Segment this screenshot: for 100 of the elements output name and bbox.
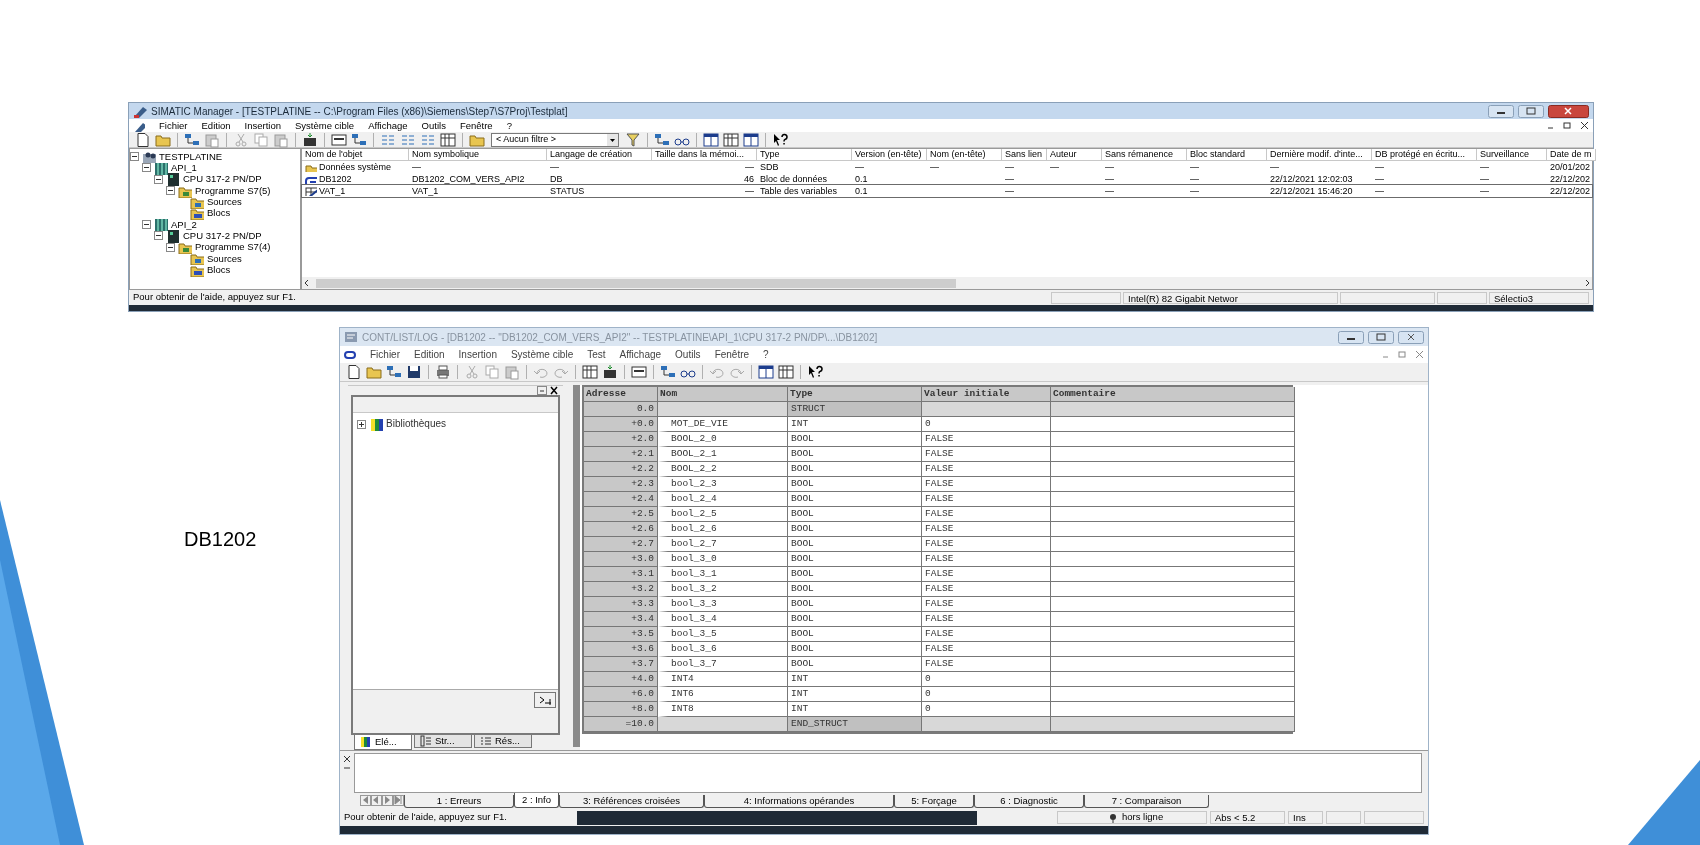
tree-item[interactable]: Programme S7(5) xyxy=(195,185,271,196)
network-icon[interactable] xyxy=(351,131,367,148)
horizontal-scrollbar[interactable] xyxy=(302,277,1592,289)
table-cell[interactable]: INT4 xyxy=(658,672,788,687)
menu-item[interactable]: ? xyxy=(763,349,769,360)
column-header[interactable]: Langage de création xyxy=(547,149,652,161)
list-row[interactable]: VAT_1 VAT_1 STATUS — Table des variables 0.1 — — — 22/12/2021 15:46:20 — — 22/12/202 xyxy=(302,185,1592,197)
table-cell[interactable]: FALSE xyxy=(922,597,1051,612)
column-header[interactable]: Dernière modif. d'inte... xyxy=(1267,149,1372,161)
menu-item[interactable]: Affichage xyxy=(368,120,408,131)
display-icon[interactable] xyxy=(631,364,647,380)
table-cell[interactable]: FALSE xyxy=(922,657,1051,672)
table-cell[interactable] xyxy=(1051,717,1295,732)
table-cell[interactable]: BOOL_2_0 xyxy=(658,432,788,447)
table-cell[interactable]: BOOL xyxy=(788,537,922,552)
table-cell[interactable]: FALSE xyxy=(922,627,1051,642)
table-cell[interactable]: 0 xyxy=(922,417,1051,432)
menu-item[interactable]: Insertion xyxy=(244,120,281,131)
table-cell[interactable]: BOOL xyxy=(788,627,922,642)
table-cell[interactable]: INT xyxy=(788,702,922,717)
tree-item[interactable]: CPU 317-2 PN/DP xyxy=(183,230,262,241)
table-cell[interactable]: bool_2_5 xyxy=(658,507,788,522)
table-cell[interactable]: BOOL xyxy=(788,522,922,537)
table-cell[interactable] xyxy=(1051,492,1295,507)
output-tab[interactable]: 4: Informations opérandes xyxy=(704,795,894,808)
table-cell[interactable]: FALSE xyxy=(922,537,1051,552)
column-header[interactable]: Nom (en-tête) xyxy=(927,149,1002,161)
menu-item[interactable]: Test xyxy=(587,349,606,360)
column-header[interactable]: Valeur initiale xyxy=(922,387,1051,402)
table-cell[interactable] xyxy=(1051,687,1295,702)
column-header[interactable]: Nom symbolique xyxy=(409,149,547,161)
table-cell[interactable]: FALSE xyxy=(922,522,1051,537)
collapse-icon[interactable] xyxy=(154,231,163,241)
table-cell[interactable]: STRUCT xyxy=(788,402,922,417)
details-icon[interactable] xyxy=(440,131,456,148)
column-header[interactable]: Taille dans la mémoi... xyxy=(652,149,757,161)
table-cell[interactable] xyxy=(1051,642,1295,657)
restore-icon[interactable] xyxy=(1398,350,1407,359)
minimize-button[interactable] xyxy=(1488,104,1514,118)
table-cell[interactable]: bool_2_4 xyxy=(658,492,788,507)
close-icon[interactable] xyxy=(343,755,351,763)
panel-tab[interactable]: Rés... xyxy=(474,735,532,748)
output-tab[interactable]: 6 : Diagnostic xyxy=(974,795,1084,808)
table-cell[interactable]: bool_3_6 xyxy=(658,642,788,657)
table-cell[interactable]: INT xyxy=(788,672,922,687)
menu-item[interactable]: Outils xyxy=(421,120,446,131)
table-cell[interactable]: END_STRUCT xyxy=(788,717,922,732)
menu-item[interactable]: Fichier xyxy=(159,120,188,131)
table-cell[interactable]: BOOL xyxy=(788,507,922,522)
menu-item[interactable]: ? xyxy=(506,120,512,131)
table-cell[interactable] xyxy=(1051,537,1295,552)
printer-icon[interactable] xyxy=(435,364,451,380)
table-cell[interactable] xyxy=(1051,432,1295,447)
column-header[interactable]: Bloc standard xyxy=(1187,149,1267,161)
table-cell[interactable]: bool_2_3 xyxy=(658,477,788,492)
details-icon[interactable] xyxy=(582,364,598,380)
close-button[interactable] xyxy=(1548,104,1589,118)
column-header[interactable]: DB protégé en écritu... xyxy=(1372,149,1477,161)
table-cell[interactable]: BOOL xyxy=(788,447,922,462)
collapse-icon[interactable] xyxy=(166,242,175,252)
details-icon[interactable] xyxy=(778,364,794,380)
tree-item[interactable]: TESTPLATINE xyxy=(159,151,223,162)
table-cell[interactable] xyxy=(1051,447,1295,462)
table-cell[interactable] xyxy=(1051,402,1295,417)
table-cell[interactable]: FALSE xyxy=(922,642,1051,657)
details-icon[interactable] xyxy=(723,131,739,148)
table-cell[interactable]: bool_3_7 xyxy=(658,657,788,672)
table-cell[interactable]: BOOL xyxy=(788,492,922,507)
display-icon[interactable] xyxy=(331,131,347,148)
tree-item[interactable]: Sources xyxy=(207,197,242,207)
menu-item[interactable]: Edition xyxy=(414,349,445,360)
window-icon[interactable] xyxy=(743,131,759,148)
table-cell[interactable]: bool_3_0 xyxy=(658,552,788,567)
close-icon[interactable] xyxy=(1580,121,1589,130)
column-header[interactable]: Version (en-tête) xyxy=(852,149,927,161)
menu-item[interactable]: Insertion xyxy=(458,349,497,360)
table-cell[interactable]: bool_3_1 xyxy=(658,567,788,582)
menu-item[interactable]: Fichier xyxy=(370,349,400,360)
table-cell[interactable]: FALSE xyxy=(922,507,1051,522)
column-header[interactable]: Sans rémanence xyxy=(1102,149,1187,161)
table-cell[interactable] xyxy=(1051,612,1295,627)
download-icon[interactable] xyxy=(602,364,618,380)
last-tab-icon[interactable] xyxy=(393,795,404,806)
restore-icon[interactable] xyxy=(1563,121,1572,130)
collapse-icon[interactable] xyxy=(142,163,151,173)
window-icon[interactable] xyxy=(758,364,774,380)
filter-dropdown[interactable]: < Aucun filtre > xyxy=(491,132,619,147)
menu-item[interactable]: Affichage xyxy=(619,349,662,360)
list-row[interactable]: Données système — — — SDB — — — — — — — — — 20/01/202 xyxy=(302,161,1592,173)
menu-item[interactable]: Système cible xyxy=(295,120,355,131)
table-cell[interactable]: FALSE xyxy=(922,477,1051,492)
tree-item[interactable]: Blocs xyxy=(207,264,231,275)
menu-item[interactable]: Outils xyxy=(675,349,701,360)
table-cell[interactable] xyxy=(1051,507,1295,522)
table-cell[interactable]: FALSE xyxy=(922,432,1051,447)
help-icon[interactable] xyxy=(772,131,788,148)
window-icon[interactable] xyxy=(703,131,719,148)
table-cell[interactable]: INT6 xyxy=(658,687,788,702)
menu-item[interactable]: Edition xyxy=(201,120,231,131)
output-tab[interactable]: 1 : Erreurs xyxy=(404,795,514,808)
